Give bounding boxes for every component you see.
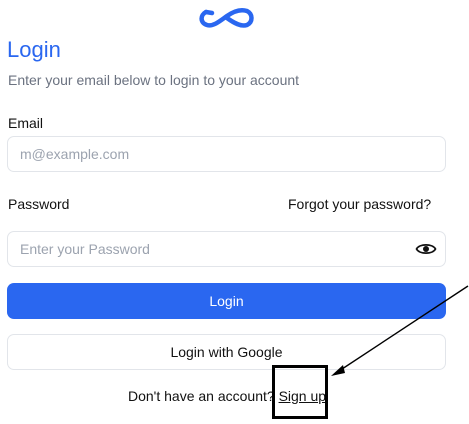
email-field[interactable]: [8, 137, 400, 171]
app-logo: [198, 6, 256, 30]
password-field-container: [7, 231, 446, 267]
signup-prompt-text: Don't have an account?: [128, 388, 275, 404]
annotation-highlight-box: [272, 365, 328, 419]
login-with-google-button[interactable]: Login with Google: [7, 334, 446, 370]
password-label: Password: [8, 196, 70, 212]
email-field-container: [7, 136, 446, 172]
infinity-logo-icon: [199, 7, 254, 28]
forgot-password-link[interactable]: Forgot your password?: [288, 195, 431, 213]
login-button[interactable]: Login: [7, 283, 446, 319]
eye-icon[interactable]: [415, 240, 437, 258]
page-subtitle: Enter your email below to login to your …: [8, 72, 300, 88]
email-label: Email: [8, 115, 44, 131]
password-field[interactable]: [8, 232, 400, 266]
page-title: Login: [7, 37, 61, 62]
